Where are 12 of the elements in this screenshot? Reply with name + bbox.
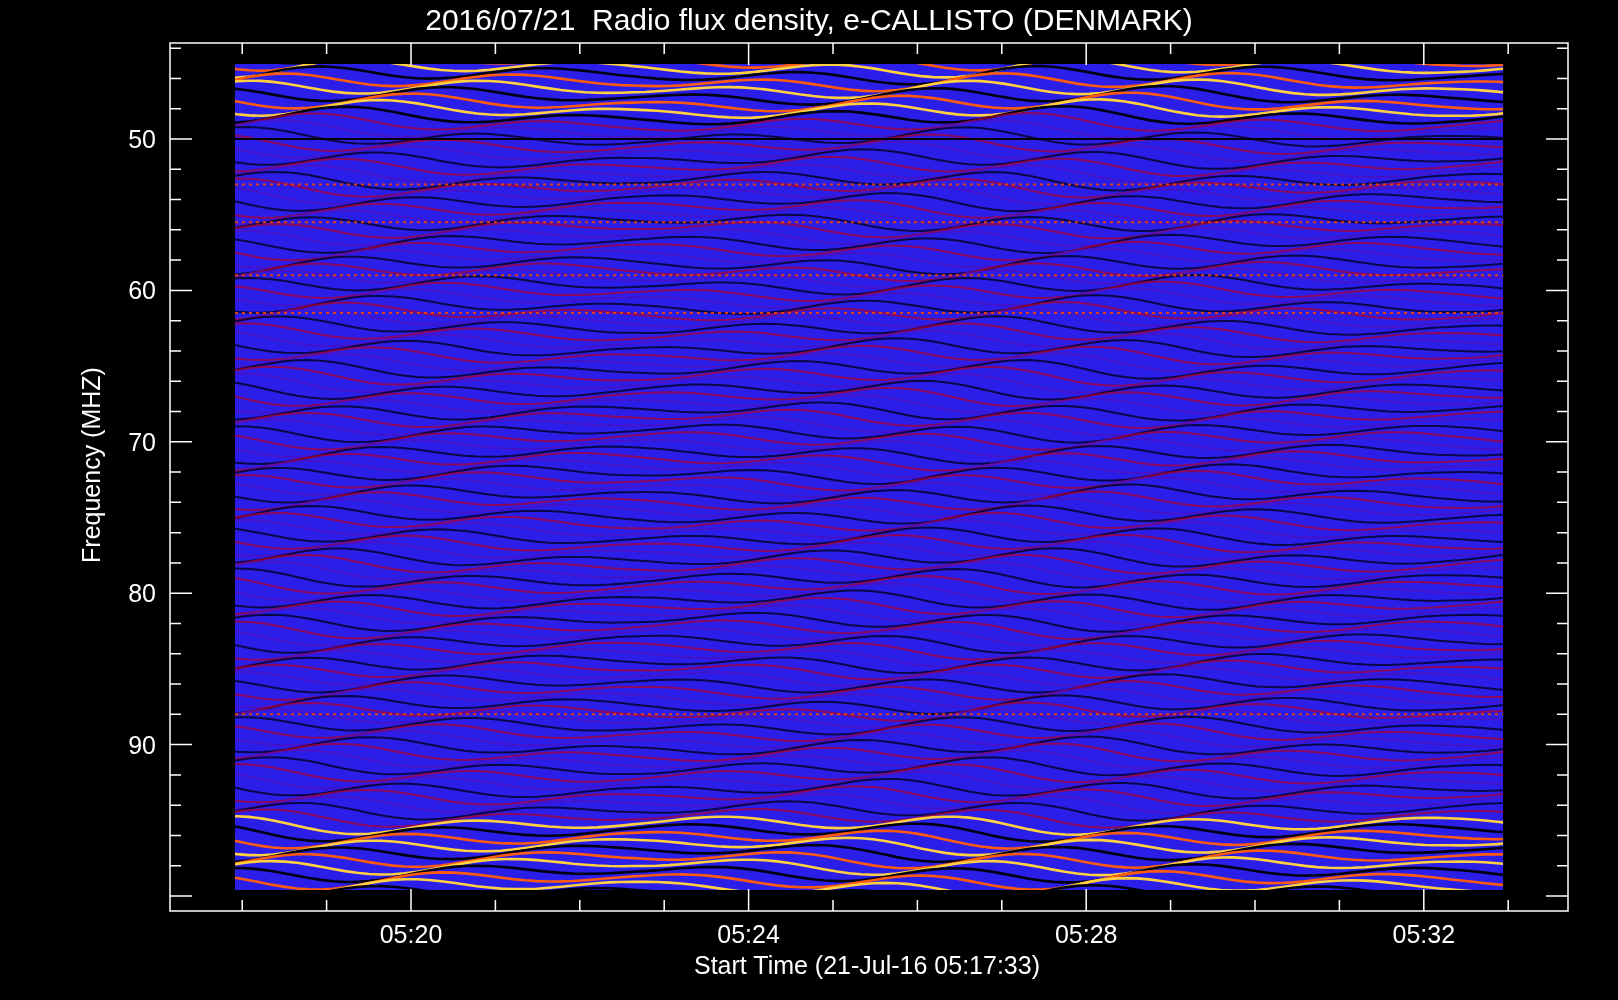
axis-tick-label: 90 xyxy=(128,730,156,759)
axis-tick-label: 05:24 xyxy=(717,920,780,948)
axis-tick-label: 80 xyxy=(128,579,156,608)
chart-title: 2016/07/21 Radio flux density, e-CALLISTO (DENMARK) xyxy=(425,2,1193,38)
axis-tick-label: 05:28 xyxy=(1054,920,1118,948)
axis-tick-label: 05:20 xyxy=(379,920,443,948)
axis-tick-label: 60 xyxy=(128,276,156,305)
axis-tick-label: 50 xyxy=(128,125,156,153)
axis-tick-label: 05:32 xyxy=(1392,920,1456,948)
axis-label: Frequency (MHZ) xyxy=(77,367,105,563)
axis-tick-label: 70 xyxy=(128,427,156,456)
axis-label: Start Time (21-Jul-16 05:17:33) xyxy=(694,951,1040,979)
